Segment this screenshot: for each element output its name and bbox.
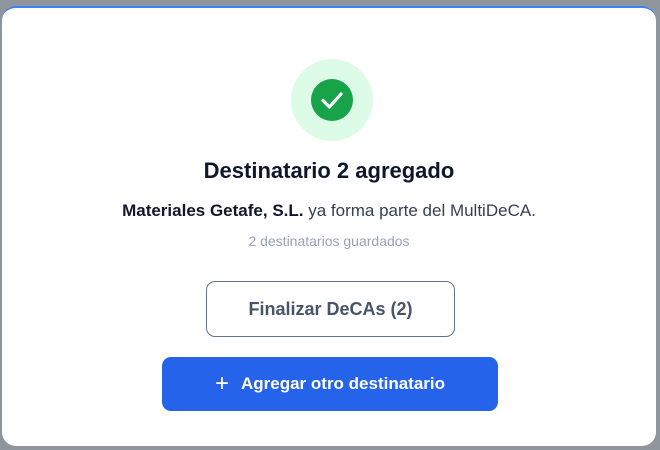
finish-decas-button[interactable]: Finalizar DeCAs (2) xyxy=(206,281,455,337)
dialog-title: Destinatario 2 agregado xyxy=(203,158,455,183)
success-dialog: Destinatario 2 agregado Materiales Getaf… xyxy=(2,6,656,446)
finish-decas-label: Finalizar DeCAs (2) xyxy=(248,298,413,319)
dialog-message: Materiales Getafe, S.L. ya forma parte d… xyxy=(2,201,656,221)
add-recipient-label: Agregar otro destinatario xyxy=(240,374,446,393)
saved-count: 2 destinatarios guardados xyxy=(248,233,410,249)
plus-icon: + xyxy=(214,370,229,397)
message-suffix: ya forma parte del MultiDeCA. xyxy=(303,201,536,220)
company-name: Materiales Getafe, S.L. xyxy=(122,201,304,220)
success-icon-background xyxy=(291,59,373,141)
check-circle-icon xyxy=(311,79,353,121)
add-recipient-button[interactable]: + Agregar otro destinatario xyxy=(162,357,498,411)
